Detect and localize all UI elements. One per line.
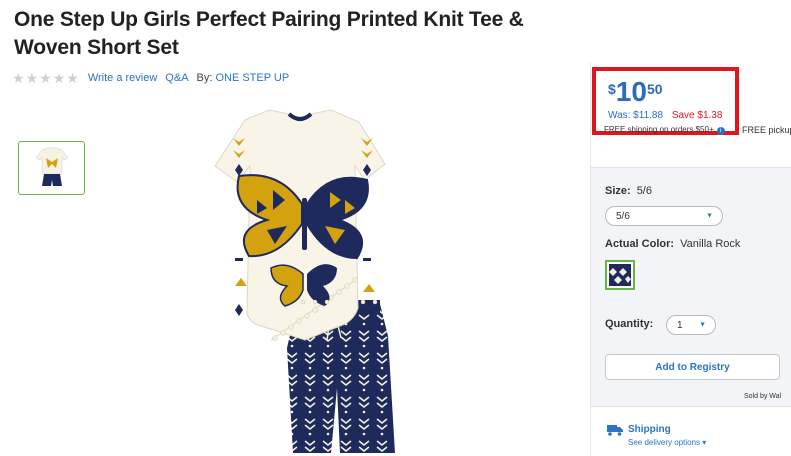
star-icon: ★	[52, 70, 66, 86]
price-comparison: Was: $11.88 Save $1.38	[608, 110, 722, 121]
qa-link[interactable]: Q&A	[165, 72, 188, 84]
rating-stars[interactable]: ★ ★ ★ ★ ★	[12, 71, 80, 85]
size-label: Size:	[605, 185, 631, 197]
swatch-pattern-icon	[609, 268, 631, 284]
price: $ 10 50	[608, 78, 663, 106]
color-swatch-vanilla-rock[interactable]	[605, 260, 635, 290]
color-value: Vanilla Rock	[680, 238, 741, 250]
free-shipping-note: FREE shipping on orders $50+ i	[604, 125, 728, 135]
color-label: Actual Color:	[605, 238, 675, 250]
chevron-down-icon: ▼	[699, 321, 706, 329]
quantity-value: 1	[677, 319, 683, 331]
savings: Save $1.38	[671, 110, 723, 121]
star-icon: ★	[66, 70, 79, 86]
star-icon: ★	[12, 70, 25, 86]
delivery-options-link[interactable]: See delivery options ▾	[628, 438, 706, 447]
quantity-select[interactable]: 1 ▼	[666, 315, 716, 335]
write-review-link[interactable]: Write a review	[88, 72, 157, 84]
truck-icon	[607, 425, 623, 436]
quantity-label: Quantity:	[605, 318, 654, 330]
color-row: Actual Color: Vanilla Rock	[605, 238, 740, 250]
price-whole: 10	[615, 76, 647, 107]
product-meta: ★ ★ ★ ★ ★ Write a review Q&A By: ONE STE…	[12, 71, 297, 85]
info-icon[interactable]: i	[716, 127, 725, 135]
sold-by: Sold by Wal	[744, 393, 782, 400]
thumbnail-image	[35, 147, 68, 186]
product-image[interactable]	[175, 108, 485, 456]
size-select[interactable]: 5/6 ▼	[605, 206, 723, 226]
swatch-pattern	[609, 264, 631, 286]
chevron-down-icon: ▼	[706, 212, 713, 220]
price-symbol: $	[608, 81, 616, 97]
brand-link[interactable]: ONE STEP UP	[215, 72, 289, 84]
product-title: One Step Up Girls Perfect Pairing Printe…	[14, 8, 524, 59]
quantity-row: Quantity:	[605, 318, 659, 330]
product-thumbnail[interactable]	[18, 141, 85, 195]
star-icon: ★	[25, 70, 39, 86]
shipping-title: Shipping	[628, 424, 671, 435]
size-row: Size: 5/6	[605, 185, 652, 197]
by-label: By:	[196, 72, 213, 84]
add-to-registry-button[interactable]: Add to Registry	[605, 354, 780, 380]
free-shipping-text: FREE shipping on orders $50+	[604, 125, 714, 134]
price-cents: 50	[646, 81, 663, 97]
star-icon: ★	[39, 70, 52, 86]
size-select-value: 5/6	[616, 210, 630, 222]
options-panel: Size: 5/6 5/6 ▼ Actual Color: Vanilla Rock…	[591, 167, 791, 407]
was-price: Was: $11.88	[608, 110, 664, 121]
free-pickup-note: FREE pickup	[742, 125, 791, 135]
size-value: 5/6	[636, 185, 652, 197]
